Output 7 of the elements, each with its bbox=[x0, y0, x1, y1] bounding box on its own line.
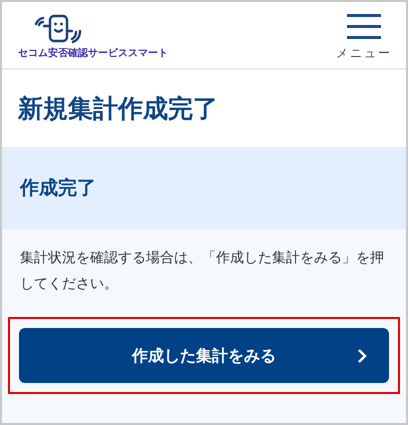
section-heading: 作成完了 bbox=[20, 176, 96, 201]
chevron-right-icon bbox=[357, 349, 367, 363]
instruction-text: 集計状況を確認する場合は、「作成した集計をみる」を押してください。 bbox=[19, 249, 385, 294]
page-title: 新規集計作成完了 bbox=[18, 92, 218, 125]
view-summary-button[interactable]: 作成した集計をみる bbox=[19, 328, 389, 383]
logo-text: セコム安否確認サービススマート bbox=[18, 48, 168, 60]
menu-button[interactable]: メニュー bbox=[336, 2, 392, 60]
